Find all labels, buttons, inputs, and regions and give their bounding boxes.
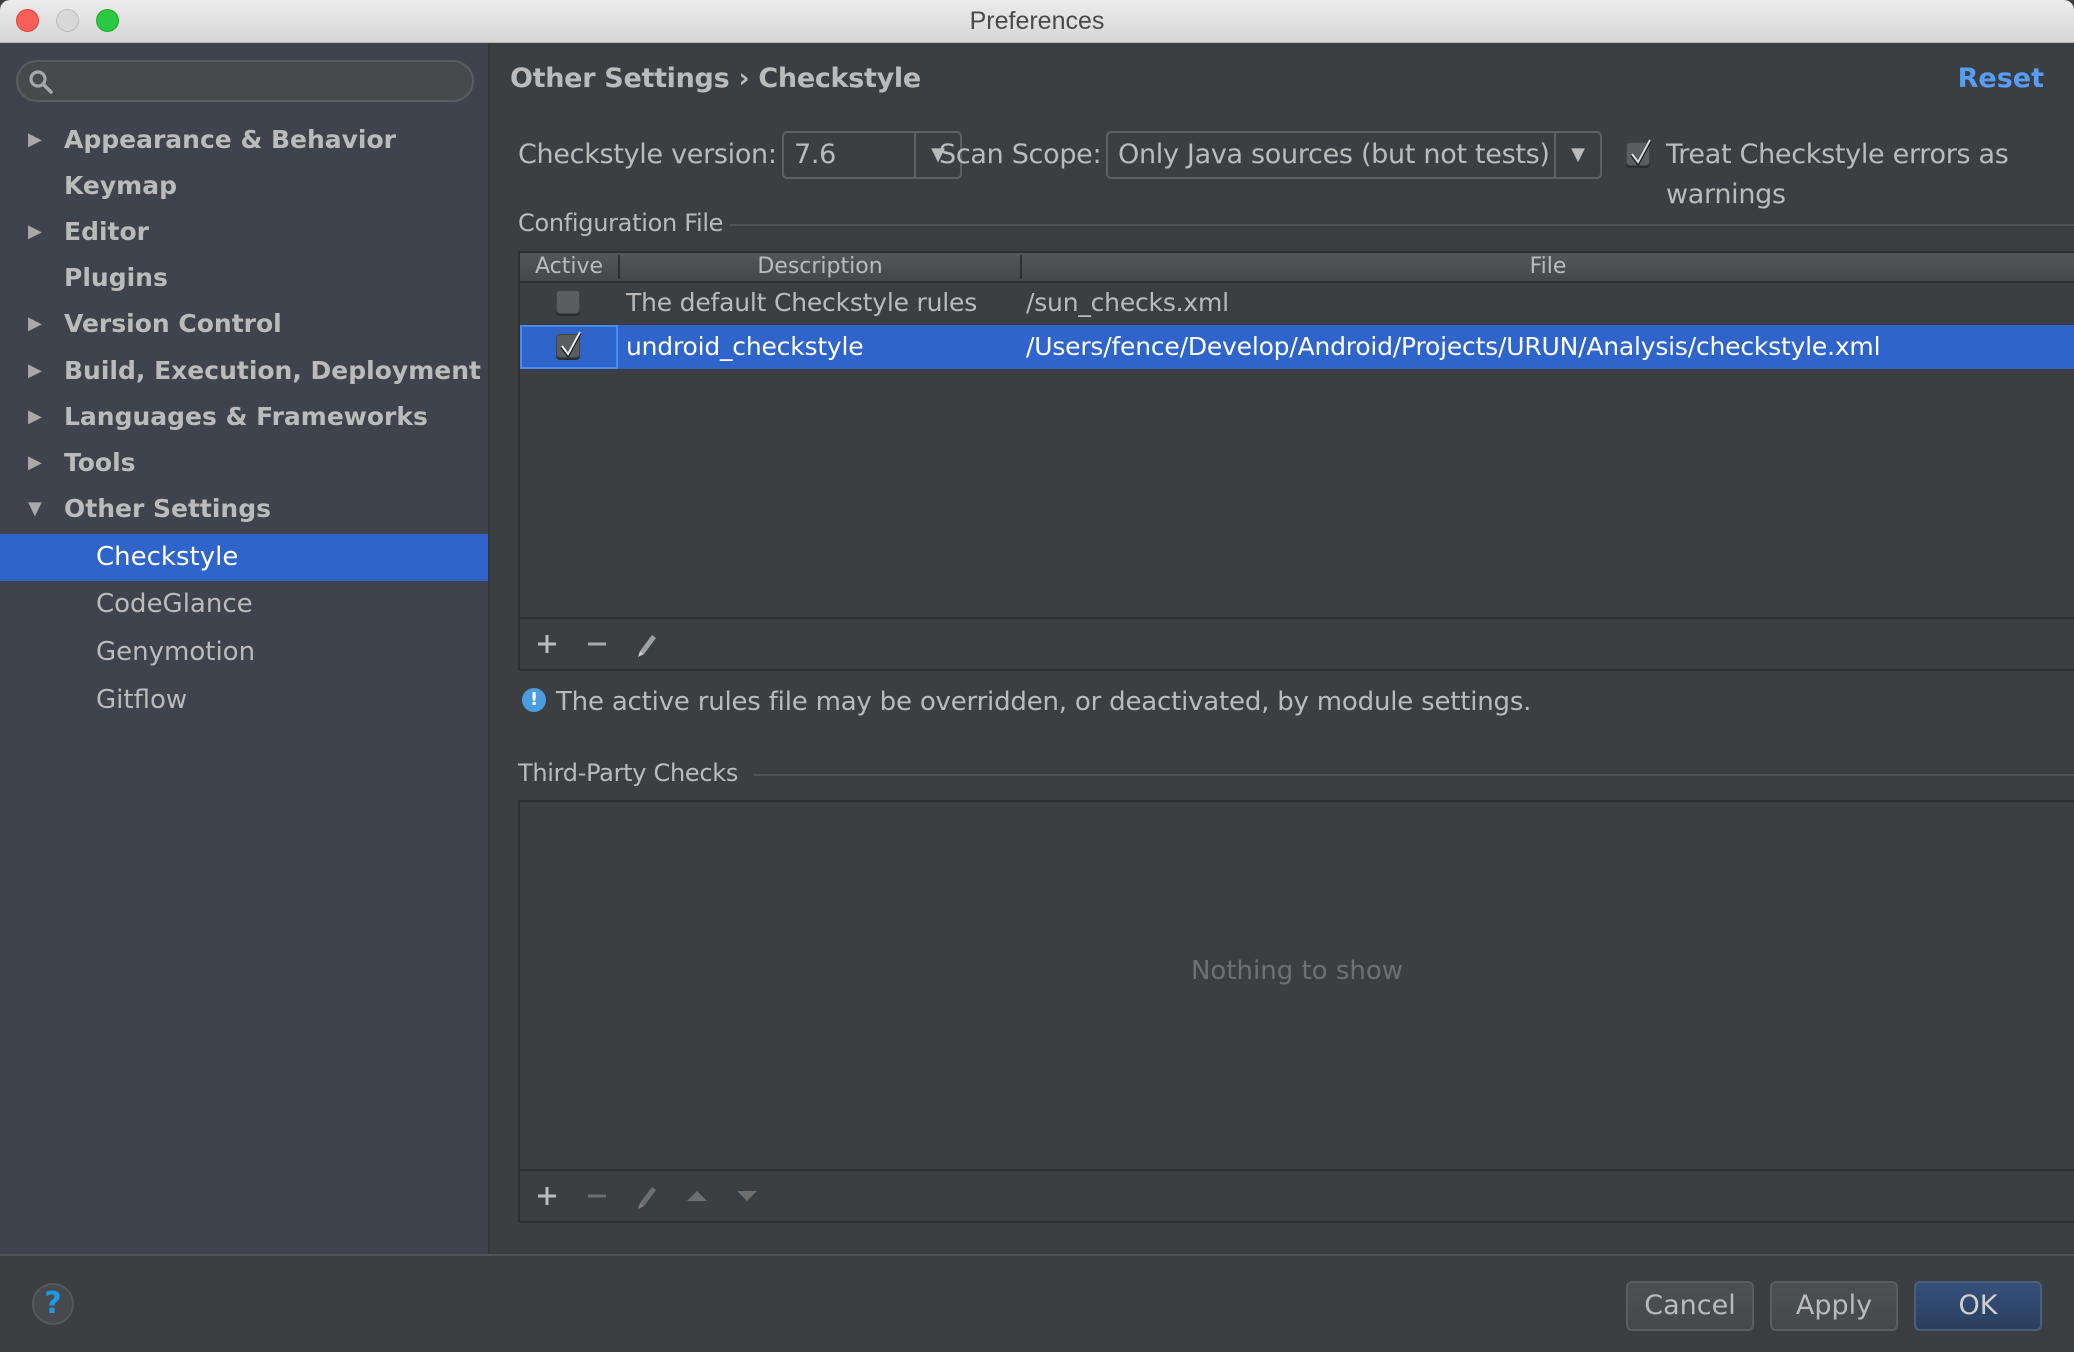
apply-button[interactable]: Apply <box>1770 1281 1898 1331</box>
third-party-checks-toolbar <box>518 1171 2074 1223</box>
collapse-arrow-icon[interactable]: ▼ <box>28 486 42 532</box>
tree-item-label: Languages & Frameworks <box>64 402 428 431</box>
expand-arrow-icon[interactable]: ▶ <box>28 440 42 486</box>
remove-icon[interactable] <box>580 627 614 661</box>
help-button[interactable]: ? <box>32 1283 74 1325</box>
rule-description: undroid_checkstyle <box>626 332 864 361</box>
tree-item-label: Gitflow <box>96 685 188 715</box>
settings-sidebar: ▶ Appearance & Behavior Keymap ▶ Editor … <box>0 43 490 1254</box>
title-bar: Preferences <box>0 0 2074 43</box>
tree-item-other-settings[interactable]: ▼ Other Settings <box>0 486 488 532</box>
tree-item-version-control[interactable]: ▶ Version Control <box>0 301 488 347</box>
remove-icon[interactable] <box>580 1179 614 1213</box>
empty-list-message: Nothing to show <box>1190 956 1404 986</box>
tree-item-label: Tools <box>64 448 136 477</box>
third-party-checks-list: Nothing to show <box>518 800 2074 1171</box>
tree-item-label: Other Settings <box>64 494 271 523</box>
tree-item-label: Genymotion <box>96 637 256 667</box>
configuration-file-toolbar <box>518 619 2074 671</box>
tree-item-tools[interactable]: ▶ Tools <box>0 440 488 486</box>
reset-link[interactable]: Reset <box>1958 63 2044 94</box>
column-header-file[interactable]: File <box>1022 253 2074 281</box>
tree-item-keymap[interactable]: Keymap <box>0 163 488 209</box>
move-up-icon[interactable] <box>680 1179 714 1213</box>
configuration-file-table: Active Description File The default Chec… <box>518 251 2074 619</box>
tree-item-gitflow[interactable]: Gitflow <box>0 677 488 724</box>
column-header-active[interactable]: Active <box>520 253 618 281</box>
tree-item-label: Build, Execution, Deployment <box>64 356 481 385</box>
tree-item-label: Plugins <box>64 263 168 292</box>
checkstyle-settings-panel: Other Settings › Checkstyle Reset Checks… <box>490 43 2074 1254</box>
rule-description: The default Checkstyle rules <box>626 288 978 317</box>
breadcrumb: Other Settings › Checkstyle <box>510 63 921 94</box>
add-icon[interactable] <box>530 1179 564 1213</box>
column-header-description[interactable]: Description <box>620 253 1020 281</box>
tree-item-label: Keymap <box>64 171 178 200</box>
info-text: The active rules file may be overridden,… <box>556 687 1532 717</box>
window-title: Preferences <box>969 7 1105 35</box>
table-header: Active Description File <box>520 253 2074 283</box>
cancel-button[interactable]: Cancel <box>1626 1281 1754 1331</box>
settings-search-input[interactable] <box>16 60 474 102</box>
active-checkbox[interactable] <box>556 290 580 314</box>
active-cell <box>520 281 618 325</box>
checkstyle-version-dropdown[interactable]: 7.6 ▼ <box>782 131 962 179</box>
third-party-checks-title: Third-Party Checks <box>518 759 739 787</box>
checkstyle-version-value: 7.6 <box>794 139 837 170</box>
expand-arrow-icon[interactable]: ▶ <box>28 394 42 440</box>
section-divider <box>730 224 2074 226</box>
ok-button[interactable]: OK <box>1914 1281 2042 1331</box>
expand-arrow-icon[interactable]: ▶ <box>28 209 42 255</box>
edit-pencil-icon[interactable] <box>630 627 664 661</box>
tree-item-build-execution-deployment[interactable]: ▶ Build, Execution, Deployment <box>0 348 488 394</box>
tree-item-codeglance[interactable]: CodeGlance <box>0 581 488 628</box>
treat-errors-as-warnings-label: Treat Checkstyle errors as warnings <box>1666 139 2009 210</box>
tree-item-label: Version Control <box>64 309 282 338</box>
tree-item-label: Appearance & Behavior <box>64 125 396 154</box>
tree-item-label: CodeGlance <box>96 589 253 619</box>
expand-arrow-icon[interactable]: ▶ <box>28 301 42 347</box>
help-icon: ? <box>44 1286 62 1321</box>
configuration-file-title: Configuration File <box>518 209 724 237</box>
rule-file-path: /sun_checks.xml <box>1026 288 1229 317</box>
scan-scope-dropdown[interactable]: Only Java sources (but not tests) ▼ <box>1106 131 1602 179</box>
move-down-icon[interactable] <box>730 1179 764 1213</box>
edit-pencil-icon[interactable] <box>630 1179 664 1213</box>
info-icon: ! <box>522 687 546 712</box>
search-icon <box>29 70 53 94</box>
tree-item-appearance-behavior[interactable]: ▶ Appearance & Behavior <box>0 117 488 163</box>
expand-arrow-icon[interactable]: ▶ <box>28 348 42 394</box>
tree-item-label: Editor <box>64 217 149 246</box>
table-row[interactable]: The default Checkstyle rules /sun_checks… <box>520 281 2074 325</box>
tree-item-plugins[interactable]: Plugins <box>0 255 488 301</box>
scan-scope-value: Only Java sources (but not tests) <box>1118 139 1550 170</box>
tree-item-editor[interactable]: ▶ Editor <box>0 209 488 255</box>
treat-errors-as-warnings-checkbox[interactable] <box>1626 139 1652 167</box>
add-icon[interactable] <box>530 627 564 661</box>
checkstyle-version-label: Checkstyle version: <box>518 139 777 170</box>
active-cell <box>520 325 618 369</box>
info-message: ! The active rules file may be overridden… <box>522 687 1531 717</box>
tree-item-genymotion[interactable]: Genymotion <box>0 629 488 676</box>
rule-file-path: /Users/fence/Develop/Android/Projects/UR… <box>1026 332 1881 361</box>
section-divider <box>754 774 2074 776</box>
table-row[interactable]: undroid_checkstyle /Users/fence/Develop/… <box>520 325 2074 369</box>
active-checkbox[interactable] <box>556 331 582 359</box>
tree-item-checkstyle[interactable]: Checkstyle <box>0 534 488 581</box>
chevron-down-icon[interactable]: ▼ <box>1554 133 1600 177</box>
tree-item-languages-frameworks[interactable]: ▶ Languages & Frameworks <box>0 394 488 440</box>
dialog-footer: ? Cancel Apply OK <box>0 1254 2074 1352</box>
scan-scope-label: Scan Scope: <box>939 139 1102 170</box>
tree-item-label: Checkstyle <box>96 542 239 572</box>
checkmark-icon <box>560 331 582 359</box>
expand-arrow-icon[interactable]: ▶ <box>28 117 42 163</box>
checkmark-icon <box>1630 139 1652 167</box>
